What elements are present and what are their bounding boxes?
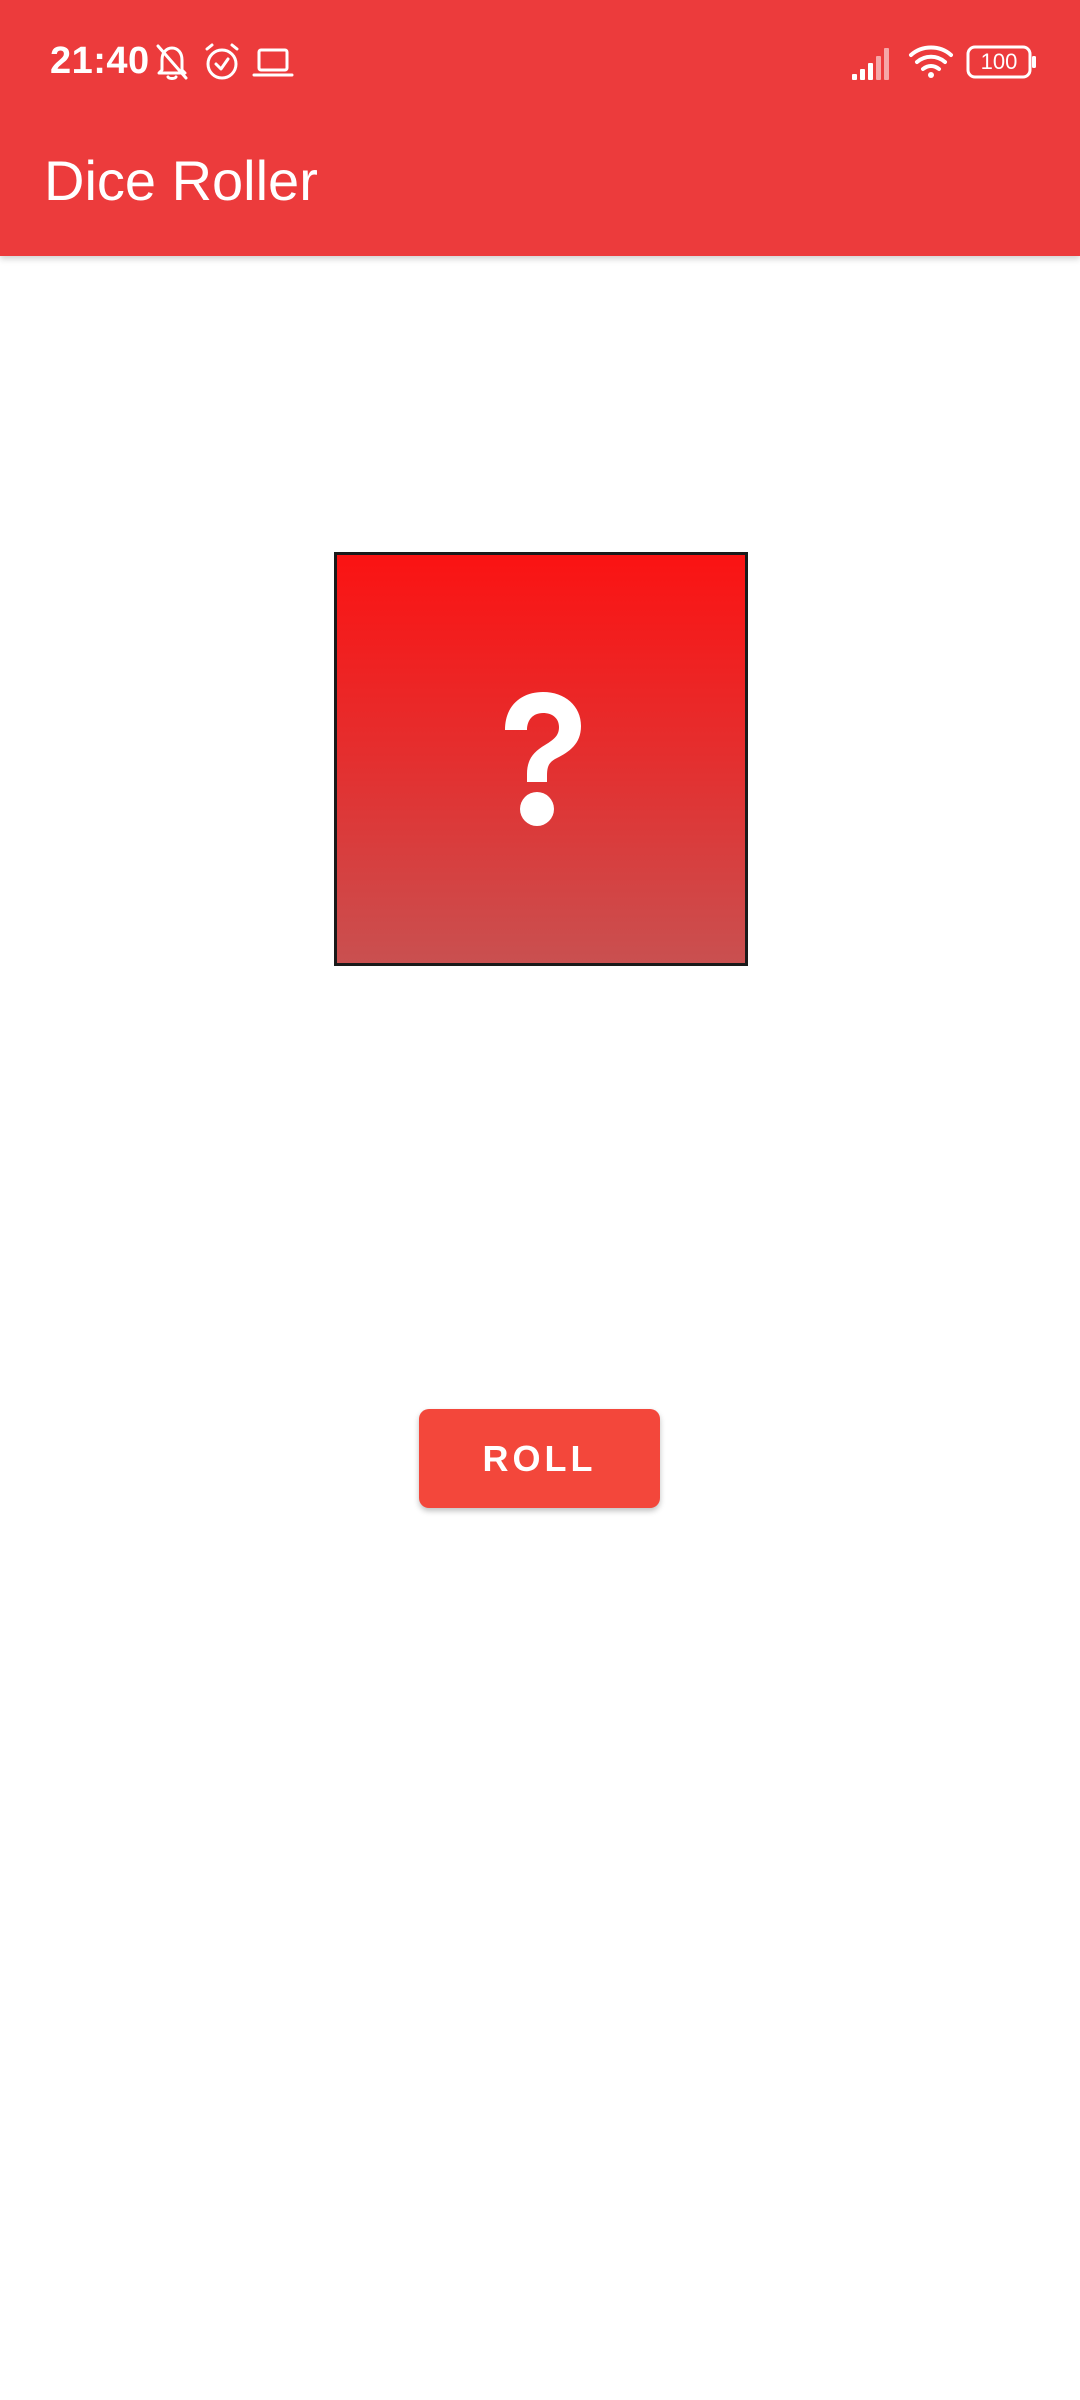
alarm-icon	[202, 42, 242, 87]
app-bar: 21:40 100 Dice Roller	[0, 0, 1080, 256]
app-title: Dice Roller	[44, 149, 318, 212]
question-mark-icon	[491, 682, 591, 837]
battery-level: 100	[980, 49, 1018, 74]
battery-icon: 100	[966, 44, 1038, 85]
bell-off-icon	[154, 42, 190, 87]
wifi-icon	[908, 44, 954, 85]
laptop-icon	[252, 42, 294, 87]
status-bar: 21:40 100	[0, 0, 1080, 128]
dice-image	[334, 552, 748, 966]
signal-icon	[852, 46, 896, 85]
status-time: 21:40	[50, 40, 150, 82]
roll-button[interactable]: ROLL	[419, 1409, 660, 1508]
